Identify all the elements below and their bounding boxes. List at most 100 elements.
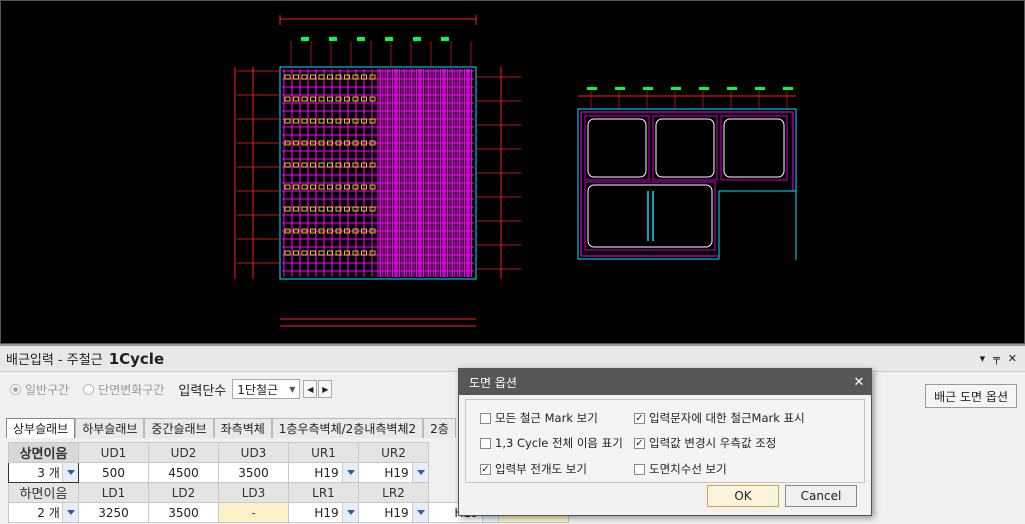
checkbox-dim-line[interactable]: 도면치수선 보기 <box>634 461 727 477</box>
dialog-title: 도면 옵션 <box>469 375 517 390</box>
section-cutout <box>719 191 795 261</box>
grid-header: UD3 <box>218 442 289 463</box>
checkbox-input-full[interactable]: ✓ 입력부 전개도 보기 <box>480 461 587 477</box>
dropdown-arrow-icon[interactable] <box>412 503 428 522</box>
dropdown-arrow-icon[interactable] <box>342 463 358 482</box>
grid-cell-ur1[interactable]: H19 <box>288 462 359 483</box>
input-stage-select[interactable]: 1단철근 ▼ <box>232 379 301 399</box>
cell-value: H19 <box>384 505 409 520</box>
checkbox-label: 입력부 전개도 보기 <box>495 462 587 476</box>
input-stage-value: 1단철근 <box>237 382 279 397</box>
grid-header-top-splice: 상면이음 <box>8 442 79 463</box>
dropdown-arrow-icon[interactable] <box>412 463 428 482</box>
cell-value: 3 개 <box>37 466 60 480</box>
culvert-rebar <box>584 115 650 181</box>
rebar-mark <box>318 118 325 124</box>
rebar-mark <box>310 74 316 80</box>
grid-cell-ld3[interactable]: - <box>218 502 289 523</box>
annotation-text <box>587 87 597 90</box>
rebar-mark <box>318 184 325 190</box>
grid-header: LD1 <box>78 482 149 503</box>
checkmark-icon: ✓ <box>480 463 491 475</box>
grid-cell-ud1[interactable]: 500 <box>78 462 149 483</box>
tab-right-wall[interactable]: 1층우측벽체/2층내측벽체2 <box>271 418 424 438</box>
radio-section-change[interactable]: 단면변화구간 <box>83 381 164 398</box>
grid-cell-lr1[interactable]: H19 <box>288 502 359 523</box>
tab-middle-slab[interactable]: 중간슬래브 <box>144 418 214 438</box>
grid-cell-ur2[interactable]: H19 <box>358 462 429 483</box>
grid-header: LD3 <box>218 482 289 503</box>
grid-header: UR1 <box>288 442 359 463</box>
rebar-mark <box>318 250 325 256</box>
radio-section-label: 단면변화구간 <box>98 382 165 397</box>
tab-second-floor[interactable]: 2층 <box>423 418 456 438</box>
annotation-text <box>727 87 737 90</box>
cell-value: 2 개 <box>37 506 60 520</box>
panel-cycle-label: 1Cycle <box>108 349 165 368</box>
checkbox-all-mark[interactable]: 모든 철근 Mark 보기 <box>480 410 598 426</box>
rebar-mark <box>284 162 291 168</box>
annotation-text <box>643 87 653 90</box>
panel-menu-icon[interactable]: ▾ <box>980 352 986 365</box>
rebar-mark <box>284 118 291 124</box>
cad-drawing-canvas[interactable] <box>0 0 1025 344</box>
panel-title: 배근입력 - 주철근 <box>6 353 103 368</box>
rebar-mark <box>293 74 299 80</box>
rebar-mark <box>344 118 350 124</box>
annotation-text <box>755 87 765 90</box>
culvert-cell <box>587 118 647 178</box>
tab-left-wall[interactable]: 좌측벽체 <box>213 418 272 438</box>
dropdown-arrow-icon[interactable] <box>342 503 358 522</box>
rebar-mark <box>318 96 325 102</box>
cell-value: H19 <box>314 505 339 520</box>
grid-header: UD1 <box>78 442 149 463</box>
tab-top-slab[interactable]: 상부슬래브 <box>6 418 76 438</box>
bottom-splice-count-select[interactable]: 2 개 <box>8 502 79 523</box>
ok-button[interactable]: OK <box>707 485 779 507</box>
rebar-mark <box>344 184 350 190</box>
checkmark-icon: ✓ <box>634 437 645 449</box>
drawing-option-button[interactable]: 배근 도면 옵션 <box>925 384 1017 408</box>
annotation-text <box>783 87 793 90</box>
checkbox-right-adjust[interactable]: ✓ 입력값 변경시 우측값 조정 <box>634 435 776 451</box>
spin-right-button[interactable]: ▶ <box>318 380 333 398</box>
rebar-mark <box>344 206 350 212</box>
rebar-mark <box>310 206 316 212</box>
pin-icon[interactable]: ╤ <box>993 352 1000 365</box>
rebar-mark <box>284 184 291 190</box>
culvert-cell <box>587 184 713 248</box>
annotation-text <box>671 87 681 90</box>
close-icon[interactable]: ✕ <box>847 375 871 390</box>
cancel-button[interactable]: Cancel <box>785 485 857 507</box>
annotation-text <box>441 37 449 41</box>
rebar-mark <box>310 162 316 168</box>
grid-cell-lr2[interactable]: H19 <box>358 502 429 523</box>
culvert-cell <box>655 118 715 178</box>
top-splice-count-select[interactable]: 3 개 <box>8 462 79 483</box>
grid-cell-ld1[interactable]: 3250 <box>78 502 149 523</box>
cad-drawing <box>234 15 797 327</box>
rebar-mark <box>293 250 299 256</box>
grid-cell-ld2[interactable]: 3500 <box>148 502 219 523</box>
rebar-mark <box>310 250 316 256</box>
tab-bottom-slab[interactable]: 하부슬래브 <box>75 418 145 438</box>
checkbox-label: 도면치수선 보기 <box>649 462 727 476</box>
checkbox-cycle-splice[interactable]: 1,3 Cycle 전체 이음 표기 <box>480 435 623 451</box>
dropdown-arrow-icon[interactable] <box>62 503 78 522</box>
rebar-mark <box>293 96 299 102</box>
dropdown-arrow-icon[interactable] <box>62 463 78 482</box>
spin-left-button[interactable]: ◀ <box>303 380 318 398</box>
rebar-mark <box>301 162 308 168</box>
rebar-mark <box>293 118 299 124</box>
radio-general-section[interactable]: 일반구간 <box>10 381 69 398</box>
close-icon[interactable]: ✕ <box>1008 352 1017 365</box>
grid-cell-ud3[interactable]: 3500 <box>218 462 289 483</box>
rebar-mark <box>301 184 308 190</box>
checkbox-input-text-mark[interactable]: ✓ 입력문자에 대한 철근Mark 표시 <box>634 410 805 426</box>
drawing-options-dialog: 도면 옵션 ✕ 모든 철근 Mark 보기 1,3 Cycle 전체 이음 표기… <box>458 368 872 516</box>
grid-header: LR1 <box>288 482 359 503</box>
dialog-titlebar: 도면 옵션 ✕ <box>459 369 871 395</box>
slab-tabs: 상부슬래브 하부슬래브 중간슬래브 좌측벽체 1층우측벽체/2층내측벽체2 2층 <box>6 418 456 438</box>
grid-cell-ud2[interactable]: 4500 <box>148 462 219 483</box>
radio-dot-icon <box>83 383 95 395</box>
